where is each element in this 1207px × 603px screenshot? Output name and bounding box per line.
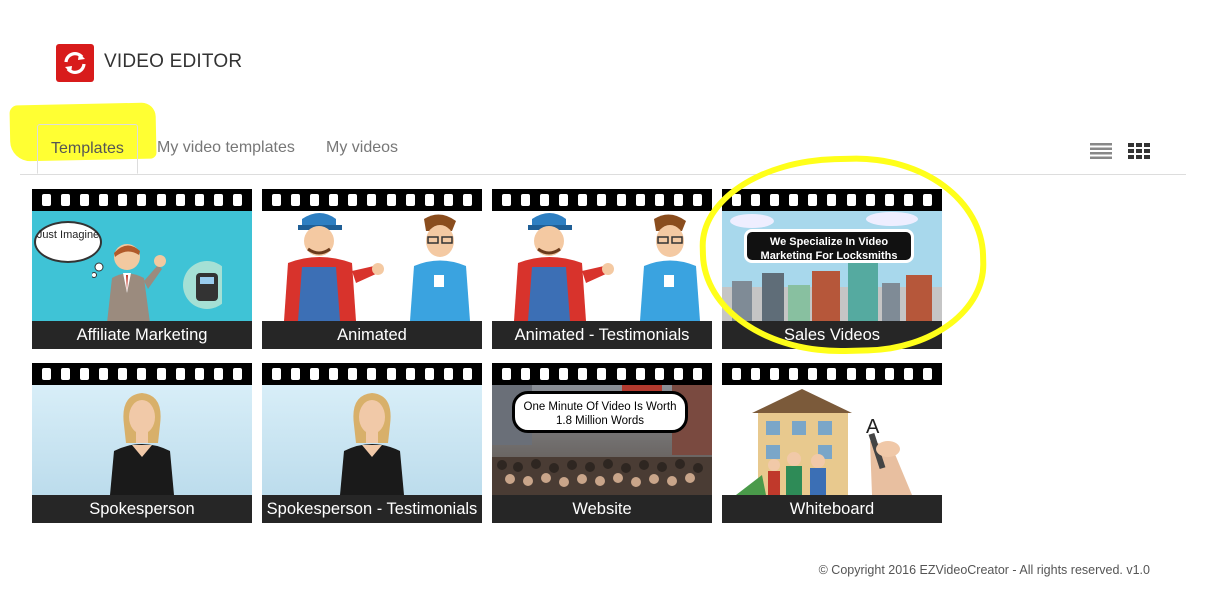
- template-card-animated-testimonials[interactable]: Animated - Testimonials: [492, 189, 712, 349]
- spokesperson-photo: [340, 393, 404, 495]
- cartoon-workers-illustration: [514, 213, 700, 321]
- app-title: VIDEO EDITOR: [104, 51, 243, 72]
- tab-bar: Templates My video templates My videos: [20, 124, 1186, 175]
- filmstrip: [32, 363, 252, 385]
- businessman-illustration: [92, 244, 222, 321]
- template-thumbnail: [262, 385, 482, 495]
- template-card-whiteboard[interactable]: A Whiteboard: [722, 363, 942, 523]
- tab-my-video-templates[interactable]: My video templates: [157, 124, 295, 172]
- template-label: Animated - Testimonials: [492, 321, 712, 349]
- copyright-footer: © Copyright 2016 EZVideoCreator - All ri…: [818, 563, 1150, 577]
- filmstrip: [262, 363, 482, 385]
- cartoon-workers-illustration: [284, 213, 470, 321]
- template-card-spokesperson[interactable]: Spokesperson: [32, 363, 252, 523]
- app-logo[interactable]: [56, 44, 94, 82]
- tab-templates[interactable]: Templates: [37, 124, 138, 174]
- template-thumbnail: [492, 211, 712, 321]
- template-card-website[interactable]: One Minute Of Video Is Worth 1.8 Million…: [492, 363, 712, 523]
- headline-bubble: One Minute Of Video Is Worth 1.8 Million…: [512, 391, 688, 433]
- refresh-icon: [64, 52, 86, 74]
- template-label: Website: [492, 495, 712, 523]
- template-card-spokesperson-testimonials[interactable]: Spokesperson - Testimonials: [262, 363, 482, 523]
- template-thumbnail: [32, 385, 252, 495]
- filmstrip: [492, 189, 712, 211]
- template-thumbnail: [262, 211, 482, 321]
- filmstrip: [32, 189, 252, 211]
- template-label: Affiliate Marketing: [32, 321, 252, 349]
- template-thumbnail: One Minute Of Video Is Worth 1.8 Million…: [492, 385, 712, 495]
- list-view-icon[interactable]: [1090, 143, 1112, 159]
- template-card-animated[interactable]: Animated: [262, 189, 482, 349]
- grid-view-icon[interactable]: [1128, 143, 1150, 159]
- template-card-affiliate-marketing[interactable]: Just Imagine Affiliate Marketing: [32, 189, 252, 349]
- template-label: Spokesperson: [32, 495, 252, 523]
- whiteboard-house-illustration: A: [736, 389, 912, 495]
- template-label: Whiteboard: [722, 495, 942, 523]
- filmstrip: [492, 363, 712, 385]
- template-label: Spokesperson - Testimonials: [262, 495, 482, 523]
- filmstrip: [262, 189, 482, 211]
- filmstrip: [722, 363, 942, 385]
- template-label: Animated: [262, 321, 482, 349]
- template-thumbnail: A: [722, 385, 942, 495]
- tab-my-videos[interactable]: My videos: [326, 124, 398, 172]
- template-thumbnail: Just Imagine: [32, 211, 252, 321]
- spokesperson-photo: [110, 393, 174, 495]
